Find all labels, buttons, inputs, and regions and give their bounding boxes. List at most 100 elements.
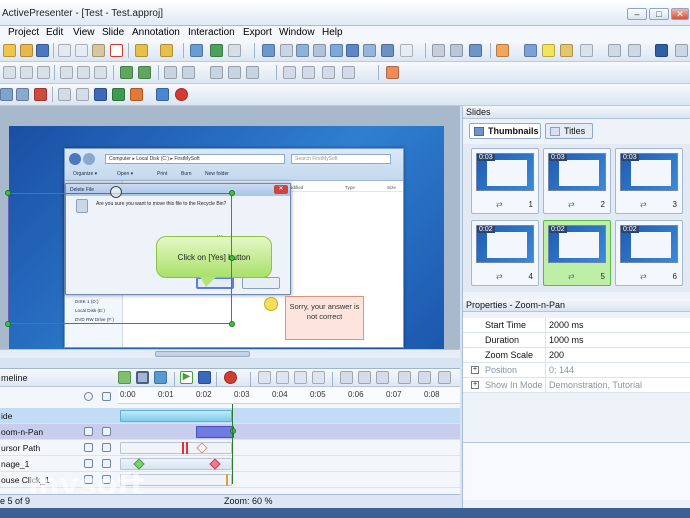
excel-icon[interactable] <box>112 88 125 101</box>
doc-icon[interactable] <box>76 88 89 101</box>
back-icon[interactable] <box>302 66 315 79</box>
paste-icon[interactable] <box>92 44 105 57</box>
align-center-icon[interactable] <box>20 66 33 79</box>
callout-red[interactable]: Sorry, your answer is not correct <box>285 296 364 340</box>
zoom-out-icon[interactable] <box>276 371 289 384</box>
settings-icon[interactable] <box>432 44 445 57</box>
forward-icon[interactable] <box>322 66 335 79</box>
visibility-icon[interactable] <box>84 459 93 468</box>
minimize-button[interactable]: – <box>627 8 647 20</box>
pointer-icon[interactable] <box>608 44 621 57</box>
bar-end-handle[interactable] <box>230 428 236 434</box>
frame-icon[interactable] <box>580 44 593 57</box>
highlight-icon[interactable] <box>542 44 555 57</box>
shape-icon[interactable] <box>496 44 509 57</box>
maximize-button[interactable]: □ <box>649 8 669 20</box>
align-middle-icon[interactable] <box>77 66 90 79</box>
prop-value[interactable]: 0; 144 <box>549 365 574 375</box>
prop-zoom-scale[interactable]: Zoom Scale 200 <box>463 348 690 363</box>
menu-export[interactable]: Export <box>243 27 272 38</box>
zoom-icon[interactable] <box>296 44 309 57</box>
fill-icon[interactable] <box>386 66 399 79</box>
zoom-in-icon[interactable] <box>258 371 271 384</box>
slide-thumb[interactable]: 0:03 ⇄ 2 <box>543 148 611 214</box>
canvas-hscrollbar[interactable] <box>0 349 460 358</box>
delete-icon[interactable] <box>110 44 123 57</box>
slide-thumb[interactable]: 0:03 ⇄ 3 <box>615 148 683 214</box>
image-icon[interactable] <box>363 44 376 57</box>
cursor-bar[interactable] <box>120 442 232 454</box>
zoom-reset-icon[interactable] <box>312 371 325 384</box>
slide-dup-icon[interactable] <box>280 44 293 57</box>
close-button[interactable]: ✕ <box>671 8 689 20</box>
split-icon[interactable] <box>358 371 371 384</box>
zoom-fit-icon[interactable] <box>294 371 307 384</box>
slide-new-icon[interactable] <box>262 44 275 57</box>
expand-icon[interactable]: + <box>471 366 479 374</box>
zoom-bar[interactable] <box>196 426 234 438</box>
help-icon[interactable] <box>400 44 413 57</box>
cc-icon[interactable] <box>469 44 482 57</box>
screen-icon[interactable] <box>381 44 394 57</box>
undo-icon[interactable] <box>135 44 148 57</box>
prop-value[interactable]: 1000 ms <box>549 335 584 345</box>
pdf-icon[interactable] <box>34 88 47 101</box>
print-icon[interactable] <box>58 88 71 101</box>
text-icon[interactable] <box>524 44 537 57</box>
spotlight-icon[interactable] <box>560 44 573 57</box>
theme-icon[interactable] <box>330 44 343 57</box>
same-size-icon[interactable] <box>246 66 259 79</box>
timeline-row-zoom[interactable]: oom-n-Pan <box>0 424 460 440</box>
menu-slide[interactable]: Slide <box>102 27 124 38</box>
word-icon[interactable] <box>94 88 107 101</box>
slide-thumb[interactable]: 0:03 ⇄ 1 <box>471 148 539 214</box>
copy-icon[interactable] <box>75 44 88 57</box>
distribute-v-icon[interactable] <box>182 66 195 79</box>
audio-icon[interactable] <box>418 371 431 384</box>
resize-handle[interactable] <box>229 321 235 327</box>
record-icon[interactable] <box>190 44 203 57</box>
slide-thumb-selected[interactable]: 0:02 ⇄ 5 <box>543 220 611 286</box>
cut-icon[interactable] <box>58 44 71 57</box>
save-icon[interactable] <box>36 44 49 57</box>
slide-bar[interactable] <box>120 410 232 422</box>
color-icon[interactable] <box>655 44 668 57</box>
record-icon[interactable] <box>224 371 237 384</box>
menu-interaction[interactable]: Interaction <box>188 27 235 38</box>
prop-value[interactable]: 200 <box>549 350 564 360</box>
insert-time-icon[interactable] <box>376 371 389 384</box>
timeline-row-slide[interactable]: ide <box>0 408 460 424</box>
dialog-no-button[interactable] <box>242 277 280 289</box>
resize-handle[interactable] <box>229 255 235 261</box>
cursor-icon[interactable] <box>628 44 641 57</box>
align-bottom-icon[interactable] <box>94 66 107 79</box>
export-icon[interactable] <box>346 44 359 57</box>
resize-handle[interactable] <box>229 190 235 196</box>
insert-icon[interactable] <box>228 44 241 57</box>
scrollbar-thumb[interactable] <box>155 351 250 357</box>
menu-annotation[interactable]: Annotation <box>132 27 180 38</box>
lock-icon[interactable] <box>102 443 111 452</box>
more-icon[interactable] <box>675 44 688 57</box>
playhead[interactable] <box>232 404 233 484</box>
powerpoint-icon[interactable] <box>130 88 143 101</box>
menu-view[interactable]: View <box>73 27 95 38</box>
select-icon[interactable] <box>136 371 149 384</box>
distribute-h-icon[interactable] <box>164 66 177 79</box>
capture-icon[interactable] <box>0 88 13 101</box>
fit-icon[interactable] <box>118 371 131 384</box>
same-width-icon[interactable] <box>210 66 223 79</box>
prop-show-in-mode[interactable]: + Show In Mode Demonstration, Tutorial <box>463 378 690 393</box>
redo-icon[interactable] <box>160 44 173 57</box>
lock-icon[interactable] <box>102 459 111 468</box>
visibility-icon[interactable] <box>84 392 93 401</box>
resize-handle[interactable] <box>5 190 11 196</box>
prop-value[interactable]: Demonstration, Tutorial <box>549 380 642 390</box>
resize-handle[interactable] <box>5 321 11 327</box>
timeline-row-cursor[interactable]: ursor Path <box>0 440 460 456</box>
ungroup-icon[interactable] <box>138 66 151 79</box>
visibility-icon[interactable] <box>84 443 93 452</box>
lock-icon[interactable] <box>102 392 111 401</box>
align-right-icon[interactable] <box>37 66 50 79</box>
backward-icon[interactable] <box>342 66 355 79</box>
